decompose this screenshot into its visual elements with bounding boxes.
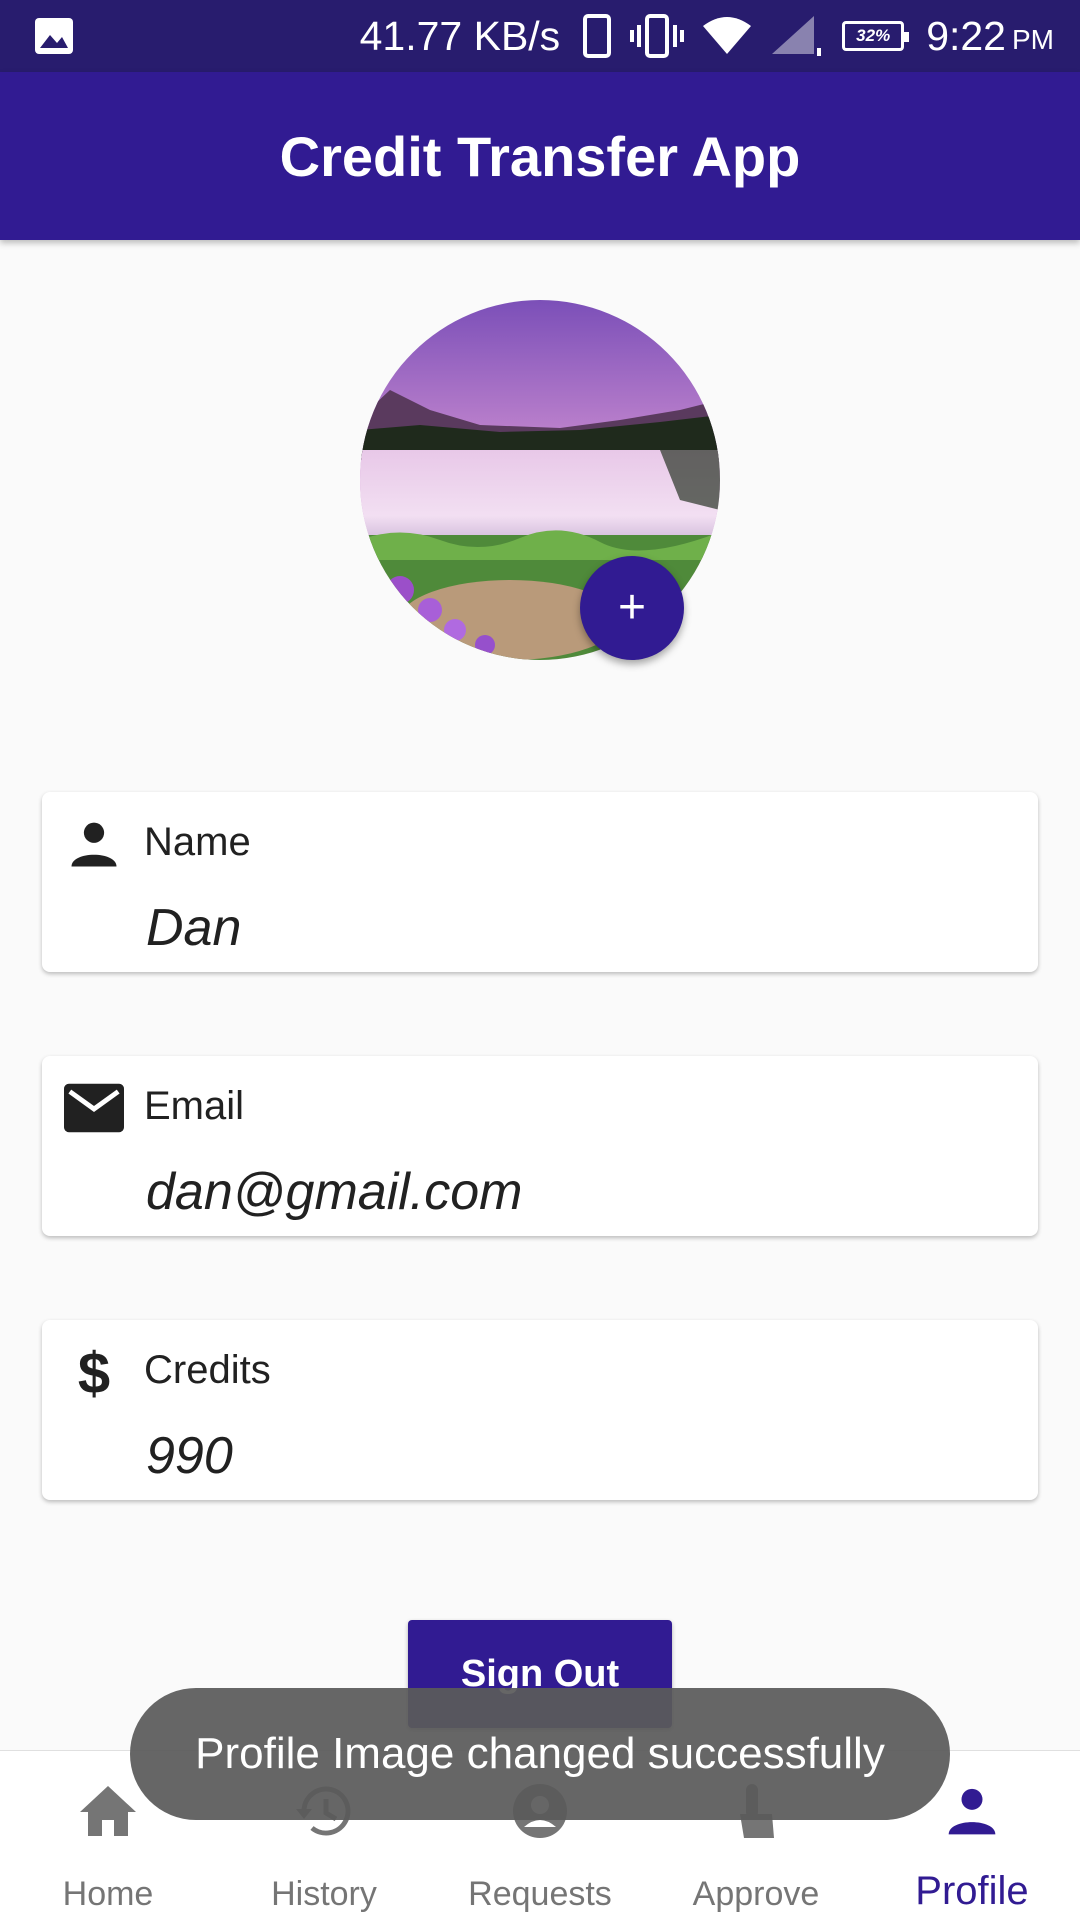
app-title: Credit Transfer App — [279, 124, 801, 188]
status-indicators: 41.77 KB/s 32% 9:22 PM — [360, 0, 1054, 72]
name-card: Name Dan — [42, 792, 1038, 972]
nav-label-history: History — [271, 1875, 377, 1913]
home-icon — [78, 1781, 138, 1841]
phone-icon — [582, 13, 612, 59]
status-bar: 41.77 KB/s 32% 9:22 PM — [0, 0, 1080, 72]
email-card: Email dan@gmail.com — [42, 1056, 1038, 1236]
email-value: dan@gmail.com — [146, 1163, 523, 1221]
name-label: Name — [144, 820, 251, 864]
person-icon — [64, 814, 124, 874]
nav-label-requests: Requests — [468, 1875, 612, 1913]
clock-time: 9:22 — [926, 12, 1006, 59]
clock-ampm: PM — [1012, 24, 1054, 55]
toast-message: Profile Image changed successfully — [130, 1688, 950, 1820]
email-label: Email — [144, 1084, 245, 1128]
gallery-icon — [34, 17, 74, 55]
nav-label-profile: Profile — [915, 1869, 1029, 1913]
app-bar: Credit Transfer App — [0, 72, 1080, 240]
person-icon — [942, 1781, 1002, 1841]
vibrate-icon — [630, 13, 685, 59]
nav-label-approve: Approve — [692, 1875, 820, 1913]
wifi-icon — [702, 16, 752, 56]
mail-icon — [64, 1078, 124, 1138]
name-value: Dan — [146, 899, 242, 957]
battery-icon: 32% — [842, 21, 910, 51]
svg-text:$: $ — [78, 1343, 110, 1401]
credits-value: 990 — [146, 1427, 233, 1485]
add-photo-button[interactable]: + — [580, 556, 684, 660]
dollar-icon: $ — [64, 1342, 124, 1402]
signal-icon — [770, 14, 824, 58]
credits-label: Credits — [144, 1348, 271, 1392]
nav-label-home: Home — [62, 1875, 154, 1913]
network-speed: 41.77 KB/s — [359, 12, 561, 59]
credits-card: $ Credits 990 — [42, 1320, 1038, 1500]
